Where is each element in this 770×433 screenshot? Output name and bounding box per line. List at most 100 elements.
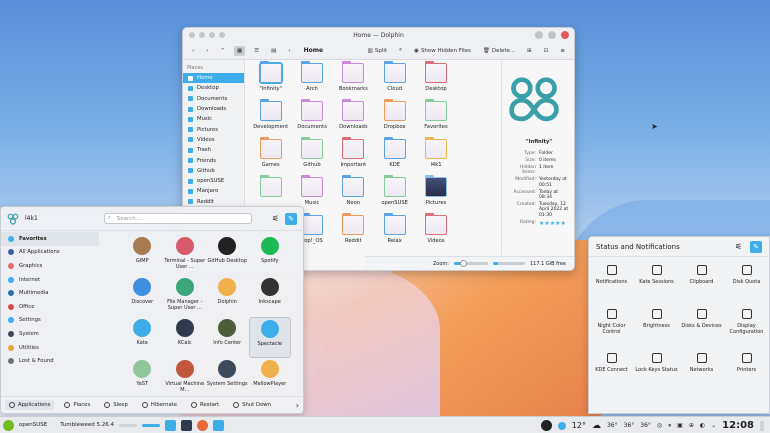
file-item[interactable]: Videos xyxy=(415,213,456,251)
status-item[interactable]: Notifications xyxy=(589,265,634,309)
close-icon[interactable] xyxy=(561,31,569,39)
footer-applications-button[interactable]: Applications xyxy=(5,400,55,410)
category-item[interactable]: Favorites xyxy=(1,232,99,246)
place-item[interactable]: openSUSE xyxy=(183,176,244,186)
sun-icon[interactable] xyxy=(557,421,566,430)
app-item[interactable]: Virtual Machine M... xyxy=(164,358,207,399)
file-item[interactable]: Games xyxy=(250,137,291,175)
connect-icon[interactable]: ◎ xyxy=(657,422,662,429)
footer-hibernate-button[interactable]: Hibernate xyxy=(138,400,181,410)
app-item[interactable]: Info Center xyxy=(206,317,249,358)
show-desktop-icon[interactable] xyxy=(760,420,764,431)
avatar[interactable] xyxy=(7,213,19,225)
status-item[interactable]: Night Color Control xyxy=(589,309,634,353)
footer-sleep-button[interactable]: Sleep xyxy=(100,400,132,410)
file-item[interactable]: Pictures xyxy=(415,175,456,213)
network-icon[interactable]: ⊕ xyxy=(689,422,694,429)
app-item[interactable]: GitHub Desktop xyxy=(206,235,249,276)
new-tab-icon[interactable]: ⊞ xyxy=(524,46,535,56)
show-hidden-button[interactable]: ◉ Show Hidden Files xyxy=(411,46,474,56)
category-item[interactable]: Settings xyxy=(1,314,99,328)
app-item[interactable]: Spectacle xyxy=(248,317,291,358)
file-item[interactable]: Cloud xyxy=(374,61,415,99)
place-item[interactable]: Friends xyxy=(183,155,244,165)
configure-icon[interactable]: ⚟ xyxy=(735,242,742,251)
place-item[interactable]: Documents xyxy=(183,94,244,104)
category-item[interactable]: Internet xyxy=(1,273,99,287)
icons-view-icon[interactable]: ▦ xyxy=(234,45,246,56)
place-item[interactable]: Downloads xyxy=(183,104,244,114)
place-item[interactable]: Pictures xyxy=(183,124,244,134)
status-item[interactable]: Kate Sessions xyxy=(634,265,679,309)
discover-task-icon[interactable] xyxy=(213,419,224,431)
pin-icon[interactable]: ✎ xyxy=(750,240,762,253)
file-item[interactable]: Development xyxy=(250,99,291,137)
category-item[interactable]: Graphics xyxy=(1,259,99,273)
media-icon[interactable] xyxy=(540,420,552,431)
category-item[interactable]: System xyxy=(1,327,99,341)
window-titlebar[interactable]: Home — Dolphin xyxy=(183,28,574,42)
chevron-right-icon[interactable]: › xyxy=(296,401,299,410)
app-item[interactable]: Dolphin xyxy=(206,276,249,317)
place-item[interactable]: Manjaro xyxy=(183,186,244,196)
footer-restart-button[interactable]: Restart xyxy=(187,400,223,410)
chevron-down-icon[interactable]: ⌄ xyxy=(711,422,716,429)
zoom-slider[interactable] xyxy=(453,260,488,267)
app-item[interactable]: System Settings xyxy=(206,358,249,399)
file-item[interactable]: Desktop xyxy=(415,61,456,99)
file-item[interactable]: Arch xyxy=(291,61,332,99)
place-item[interactable]: Music xyxy=(183,114,244,124)
pager-icon[interactable] xyxy=(142,423,160,427)
app-item[interactable]: KCalc xyxy=(164,317,207,358)
status-item[interactable]: Disks & Devices xyxy=(679,309,724,353)
search-input[interactable]: ⌕ Search... xyxy=(103,213,252,224)
file-item[interactable]: Bookmarks xyxy=(333,61,374,99)
category-item[interactable]: Lost & Found xyxy=(1,354,99,368)
opensuse-icon[interactable] xyxy=(3,419,14,431)
place-item[interactable]: Github xyxy=(183,166,244,176)
up-icon[interactable]: ⌃ xyxy=(217,46,228,56)
volume-icon[interactable]: ◐ xyxy=(700,422,705,429)
status-item[interactable]: Printers xyxy=(724,353,769,397)
file-item[interactable]: Relax xyxy=(374,213,415,251)
status-item[interactable]: Display Configuration xyxy=(724,309,769,353)
footer-places-button[interactable]: Places xyxy=(60,400,94,410)
status-item[interactable]: Clipboard xyxy=(679,265,724,309)
firefox-task-icon[interactable] xyxy=(197,419,208,431)
file-item[interactable]: Github xyxy=(291,137,332,175)
file-item[interactable]: Dropbox xyxy=(374,99,415,137)
file-item[interactable]: Downloads xyxy=(333,99,374,137)
app-item[interactable]: Discover xyxy=(121,276,164,317)
app-item[interactable]: Kate xyxy=(121,317,164,358)
back-icon[interactable]: ‹ xyxy=(189,46,197,56)
breadcrumb[interactable]: Home xyxy=(304,47,323,54)
file-item[interactable]: "Infinity" xyxy=(250,61,291,99)
split-button[interactable]: ▥ Split xyxy=(365,46,390,56)
status-item[interactable]: Networks xyxy=(679,353,724,397)
dolphin-task-icon[interactable] xyxy=(165,419,176,431)
place-item[interactable]: Desktop xyxy=(183,83,244,93)
app-item[interactable]: Inkscape xyxy=(249,276,292,317)
file-item[interactable]: Important xyxy=(333,137,374,175)
maximize-icon[interactable] xyxy=(548,31,556,39)
terminal-task-icon[interactable] xyxy=(181,419,192,431)
pin-icon[interactable]: ✎ xyxy=(285,212,297,225)
app-item[interactable]: YaST xyxy=(121,358,164,399)
file-item[interactable]: KDE xyxy=(374,137,415,175)
status-item[interactable]: Disk Quota xyxy=(724,265,769,309)
clock[interactable]: 12:08 xyxy=(722,420,754,431)
app-item[interactable]: File Manager - Super User ... xyxy=(164,276,207,317)
file-item[interactable]: Documents xyxy=(291,99,332,137)
compact-view-icon[interactable]: ☰ xyxy=(251,46,262,56)
forward-icon[interactable]: › xyxy=(203,46,211,56)
file-item[interactable]: l4k1 xyxy=(415,137,456,175)
file-item[interactable]: Favorites xyxy=(415,99,456,137)
configure-icon[interactable]: ⚟ xyxy=(272,214,279,223)
minimize-icon[interactable] xyxy=(535,31,543,39)
category-item[interactable]: Utilities xyxy=(1,341,99,355)
app-item[interactable]: Spotify xyxy=(249,235,292,276)
dot-icon[interactable] xyxy=(199,32,205,38)
file-item[interactable]: Reddit xyxy=(333,213,374,251)
file-item[interactable]: Neon xyxy=(333,175,374,213)
app-item[interactable]: MellowPlayer xyxy=(249,358,292,399)
